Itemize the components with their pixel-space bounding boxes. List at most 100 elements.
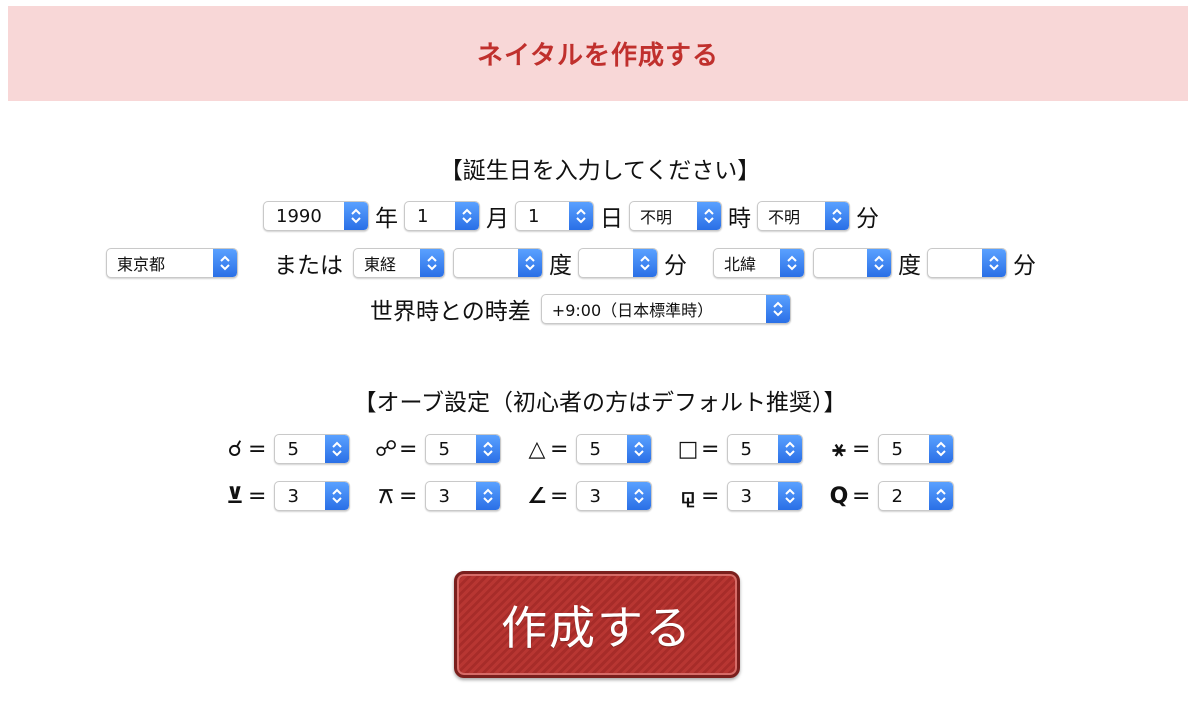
select-arrows-icon <box>633 249 657 277</box>
latitude-direction-select[interactable]: 北緯 <box>713 248 805 278</box>
select-arrows-icon <box>455 202 479 230</box>
select-arrows-icon <box>213 249 237 277</box>
year-value: 1990 <box>276 205 322 227</box>
latitude-minute-unit: 分 <box>1013 253 1036 279</box>
or-label: または <box>274 253 343 279</box>
select-arrows-icon <box>627 435 652 463</box>
select-arrows-icon <box>476 435 501 463</box>
day-unit: 日 <box>600 206 623 232</box>
equals-sign: = <box>399 483 418 509</box>
minute-select[interactable]: 不明 <box>757 201 850 231</box>
prefecture-select[interactable]: 東京都 <box>106 248 238 278</box>
select-arrows-icon <box>518 249 542 277</box>
orb-row-1: ☌ = 5 ☍ = 5 △ = 5 □ = 5 ⚹ = 5 <box>224 432 968 466</box>
select-arrows-icon <box>867 249 891 277</box>
orb-select-quincunx[interactable]: 3 <box>425 481 502 511</box>
equals-sign: = <box>701 436 720 462</box>
orb-item: ☌ = 5 <box>224 434 375 464</box>
minute-unit: 分 <box>856 206 879 232</box>
longitude-direction-select[interactable]: 東経 <box>353 248 445 278</box>
create-button-label: 作成する <box>501 600 693 655</box>
hour-unit: 時 <box>728 206 751 232</box>
orb-row-2: ⊻ = 3 ⚻ = 3 ∠ = 3 ⚼ = 3 Q = 2 <box>224 479 968 513</box>
equals-sign: = <box>852 436 871 462</box>
create-button[interactable]: 作成する <box>454 571 740 678</box>
longitude-minute-select[interactable] <box>578 248 658 278</box>
orb-select-trine[interactable]: 5 <box>576 434 653 464</box>
month-select[interactable]: 1 <box>404 201 480 231</box>
select-arrows-icon <box>420 249 444 277</box>
orb-select-opposition[interactable]: 5 <box>425 434 502 464</box>
orb-value: 3 <box>438 485 450 507</box>
birth-place-row: 東京都 または 東経 度 分 北緯 度 分 <box>106 247 1042 279</box>
select-arrows-icon <box>778 435 803 463</box>
select-arrows-icon <box>825 202 849 230</box>
orb-item: ⚹ = 5 <box>828 434 968 464</box>
orb-value: 3 <box>589 485 601 507</box>
semisextile-icon: ⊻ <box>226 483 244 509</box>
day-value: 1 <box>528 205 540 227</box>
orb-value: 3 <box>287 485 299 507</box>
longitude-degree-unit: 度 <box>549 253 572 279</box>
equals-sign: = <box>852 483 871 509</box>
orb-value: 2 <box>891 485 903 507</box>
select-arrows-icon <box>929 482 954 510</box>
longitude-degree-select[interactable] <box>453 248 543 278</box>
equals-sign: = <box>550 436 569 462</box>
latitude-degree-select[interactable] <box>813 248 892 278</box>
page-header: ネイタルを作成する <box>8 6 1188 101</box>
orb-item: ⊻ = 3 <box>224 481 375 511</box>
hour-select[interactable]: 不明 <box>629 201 722 231</box>
orb-select-semisquare[interactable]: 3 <box>576 481 653 511</box>
select-arrows-icon <box>765 295 790 323</box>
orb-select-sextile[interactable]: 5 <box>878 434 955 464</box>
square-icon: □ <box>677 436 699 462</box>
orb-item: ☍ = 5 <box>375 434 526 464</box>
orb-item: ⚼ = 3 <box>677 481 828 511</box>
semisquare-icon: ∠ <box>527 483 547 509</box>
equals-sign: = <box>399 436 418 462</box>
equals-sign: = <box>550 483 569 509</box>
select-arrows-icon <box>325 482 350 510</box>
longitude-direction-value: 東経 <box>364 255 397 274</box>
latitude-direction-value: 北緯 <box>724 255 757 274</box>
select-arrows-icon <box>627 482 652 510</box>
orb-value: 5 <box>740 438 752 460</box>
orb-select-square[interactable]: 5 <box>727 434 804 464</box>
orb-item: △ = 5 <box>526 434 677 464</box>
birth-heading: 【誕生日を入力してください】 <box>439 158 761 184</box>
orb-item: □ = 5 <box>677 434 828 464</box>
select-arrows-icon <box>778 482 803 510</box>
select-arrows-icon <box>569 202 593 230</box>
select-arrows-icon <box>780 249 804 277</box>
latitude-degree-unit: 度 <box>898 253 921 279</box>
day-select[interactable]: 1 <box>515 201 594 231</box>
hour-value: 不明 <box>640 208 673 227</box>
longitude-minute-unit: 分 <box>664 253 687 279</box>
orb-heading: 【オーブ設定（初心者の方はデフォルト推奨）】 <box>353 390 847 416</box>
orb-value: 5 <box>287 438 299 460</box>
timezone-value: +9:00（日本標準時） <box>551 301 714 320</box>
select-arrows-icon <box>982 249 1006 277</box>
orb-select-sesquiquadrate[interactable]: 3 <box>727 481 804 511</box>
prefecture-value: 東京都 <box>117 255 166 274</box>
conjunction-icon: ☌ <box>227 436 243 462</box>
orb-value: 5 <box>438 438 450 460</box>
orb-value: 5 <box>589 438 601 460</box>
quintile-icon: Q <box>829 483 849 509</box>
timezone-select[interactable]: +9:00（日本標準時） <box>540 294 791 324</box>
orb-item: Q = 2 <box>828 481 968 511</box>
birth-date-row: 1990 年 1 月 1 日 不明 時 不明 分 <box>263 200 885 232</box>
month-unit: 月 <box>486 206 509 232</box>
orb-select-semisextile[interactable]: 3 <box>274 481 351 511</box>
minute-value: 不明 <box>768 208 801 227</box>
opposition-icon: ☍ <box>375 436 398 462</box>
trine-icon: △ <box>528 436 546 462</box>
equals-sign: = <box>248 483 267 509</box>
birth-heading-row: 【誕生日を入力してください】 <box>0 152 1200 184</box>
orb-select-quintile[interactable]: 2 <box>878 481 955 511</box>
orb-select-conjunction[interactable]: 5 <box>274 434 351 464</box>
year-select[interactable]: 1990 <box>263 201 369 231</box>
select-arrows-icon <box>697 202 721 230</box>
latitude-minute-select[interactable] <box>927 248 1007 278</box>
